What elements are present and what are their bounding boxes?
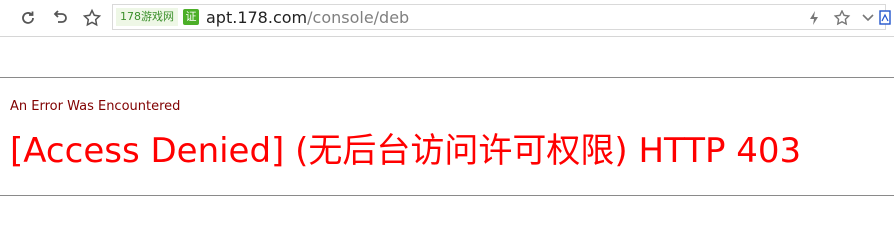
bookmark-star-icon[interactable] bbox=[82, 8, 102, 28]
refresh-icon[interactable] bbox=[18, 8, 38, 28]
site-tag: 178游戏网 bbox=[116, 8, 178, 26]
url-path: /console/deb bbox=[307, 8, 410, 27]
address-bar[interactable]: 178游戏网 证 apt.178.com/console/deb bbox=[112, 4, 891, 30]
top-divider bbox=[0, 77, 894, 78]
search-icon[interactable] bbox=[879, 9, 891, 31]
back-icon[interactable] bbox=[50, 8, 70, 28]
chevron-down-icon[interactable] bbox=[861, 10, 875, 30]
error-subtitle: An Error Was Encountered bbox=[10, 99, 181, 114]
url-host: apt.178.com bbox=[206, 8, 308, 27]
bottom-divider bbox=[0, 195, 894, 196]
error-message: [Access Denied] (无后台访问许可权限) HTTP 403 bbox=[10, 131, 802, 171]
certificate-badge[interactable]: 证 bbox=[183, 9, 199, 25]
url-text[interactable]: apt.178.com/console/deb bbox=[206, 8, 409, 28]
browser-toolbar: 178游戏网 证 apt.178.com/console/deb bbox=[0, 0, 894, 37]
lightning-icon[interactable] bbox=[807, 10, 821, 30]
star-icon[interactable] bbox=[833, 9, 851, 30]
